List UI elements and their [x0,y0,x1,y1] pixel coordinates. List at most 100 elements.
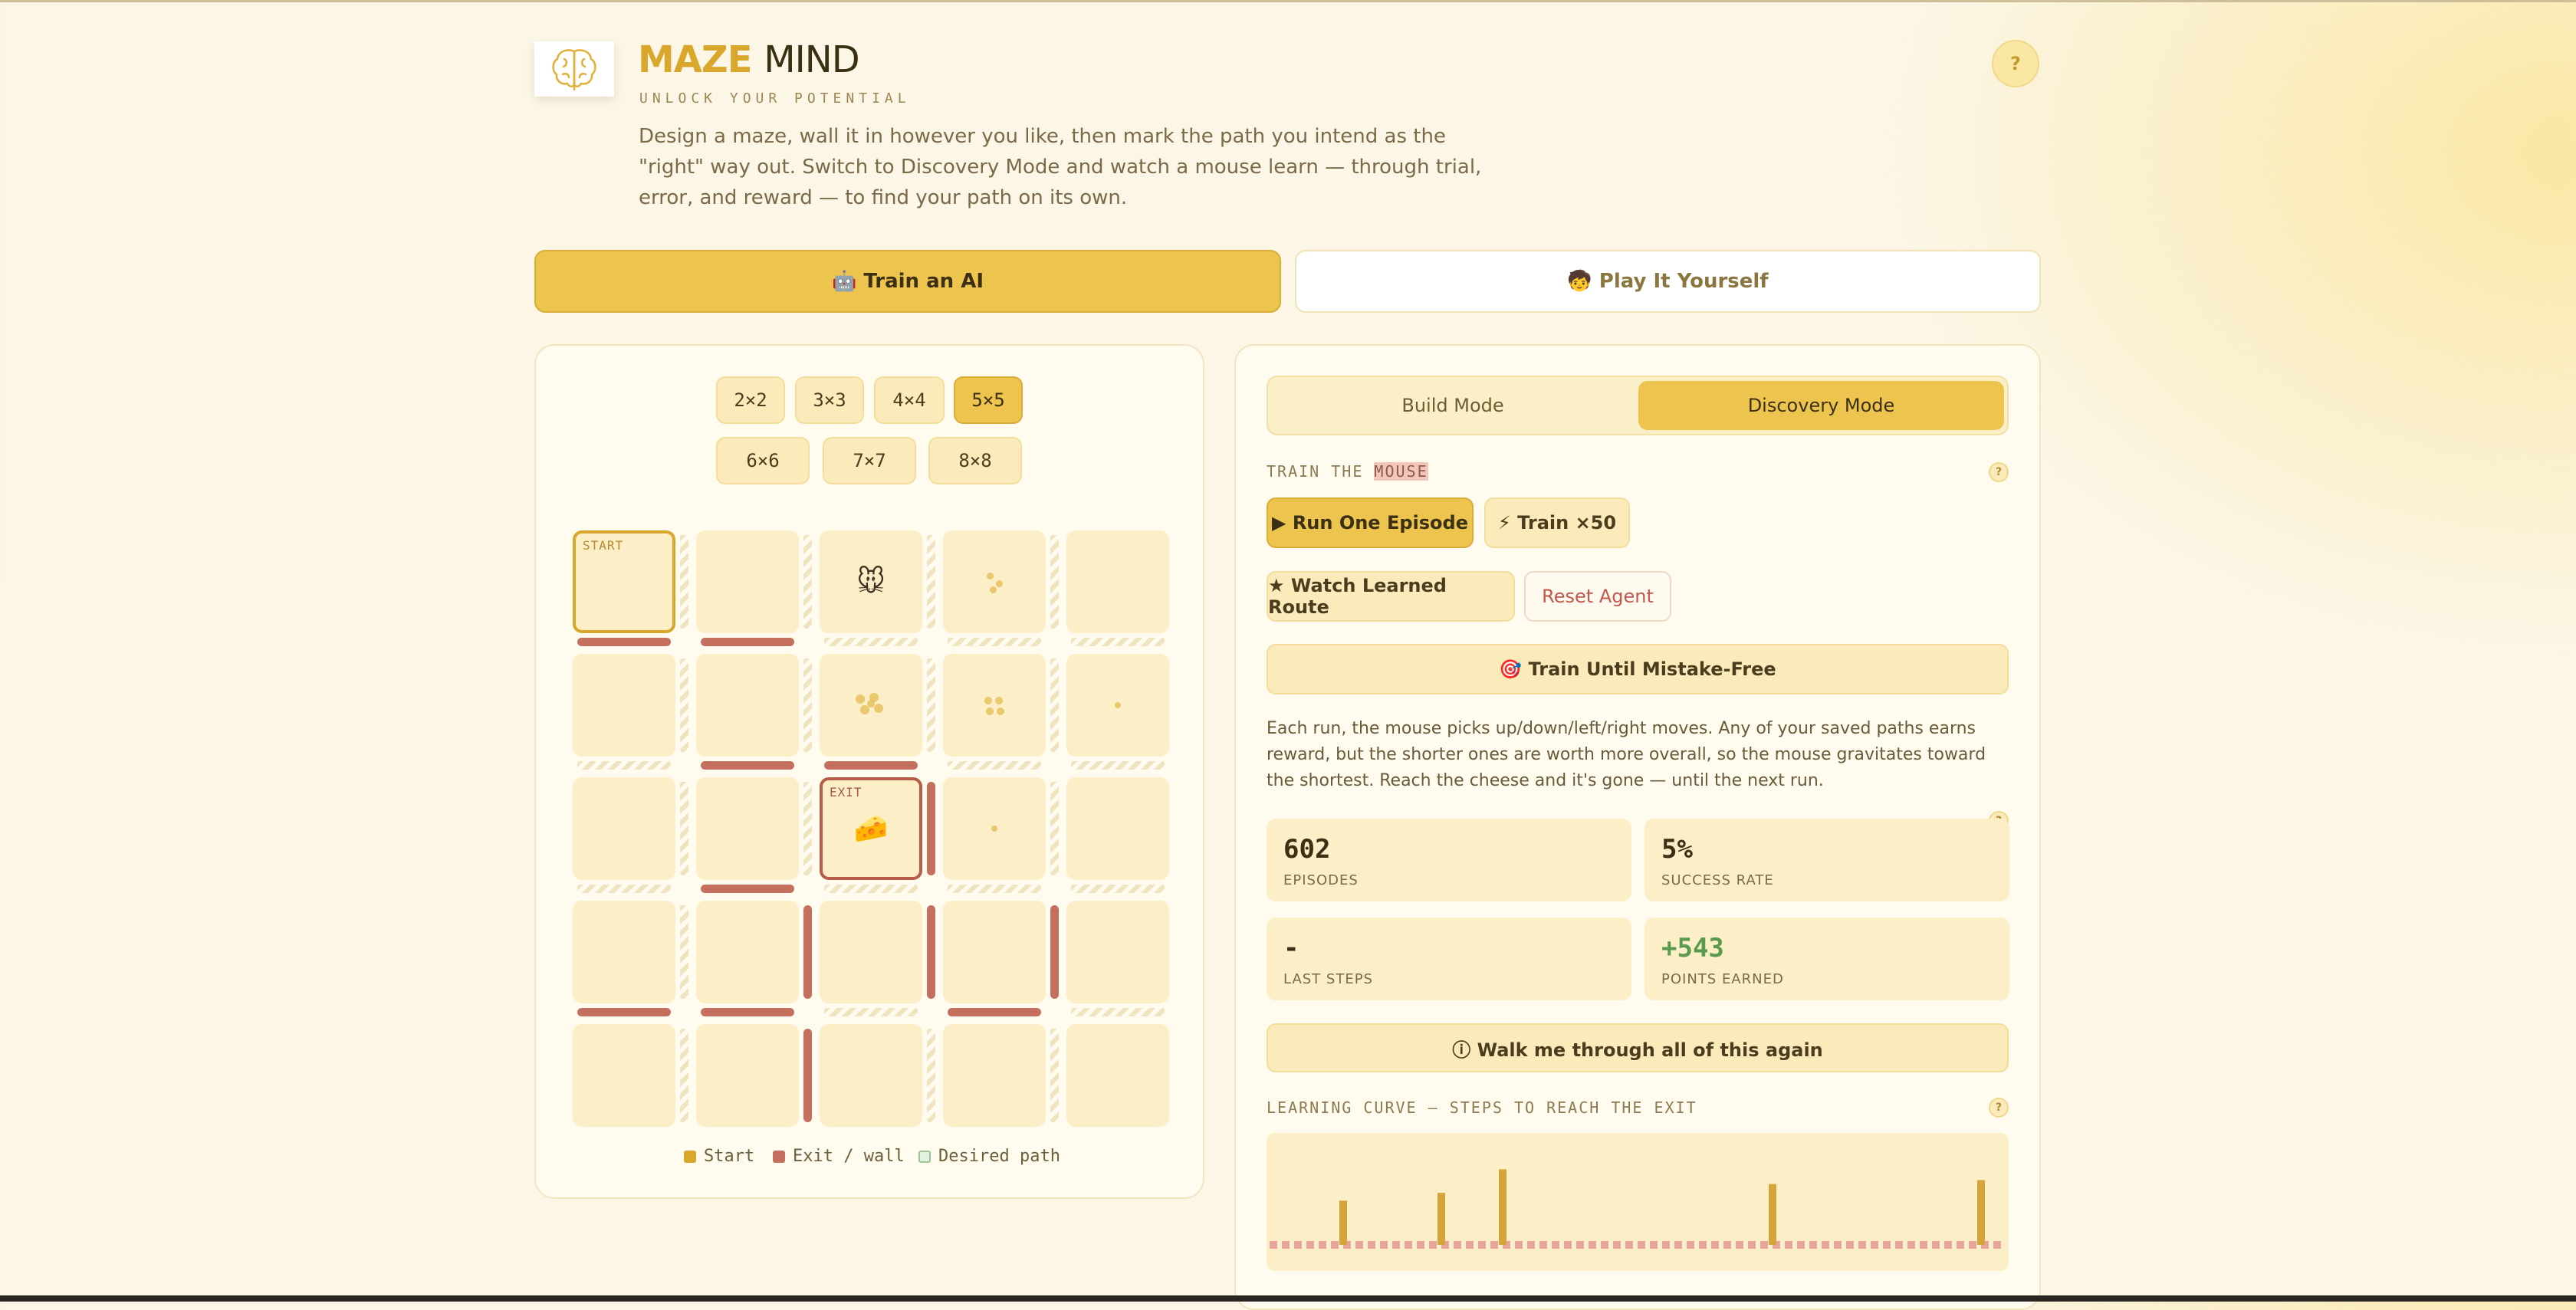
size-button-4x4[interactable]: 4×4 [874,376,945,424]
maze-cell[interactable] [943,1024,1046,1127]
maze-cell[interactable] [696,901,799,1003]
maze-wall[interactable] [803,905,812,999]
maze-cell[interactable] [573,901,675,1003]
maze-cell[interactable] [696,777,799,880]
maze-wall[interactable] [927,905,935,999]
discovery-mode-button[interactable]: Discovery Mode [1638,381,2004,430]
visit-trace-dot [995,697,1003,704]
maze-cell[interactable] [1066,1024,1169,1127]
build-mode-button[interactable]: Build Mode [1268,381,1638,430]
chart-bar [1977,1180,1985,1245]
chart-bar [1438,1193,1445,1245]
train-help-icon[interactable]: ? [1989,462,2009,482]
tab-play-yourself[interactable]: 🧒 Play It Yourself [1295,250,2041,313]
maze-wall[interactable] [824,761,918,770]
open-passage[interactable] [1071,1008,1165,1016]
train-section-label: TRAIN THE MOUSE [1267,462,1428,481]
visit-trace-dot [874,704,883,713]
open-passage[interactable] [803,782,812,875]
maze-cell[interactable] [573,654,675,757]
size-button-6x6[interactable]: 6×6 [716,437,810,484]
maze-wall[interactable] [948,1008,1041,1016]
open-passage[interactable] [577,761,671,770]
open-passage[interactable] [927,1029,935,1122]
maze-cell[interactable]: START [573,530,675,633]
open-passage[interactable] [803,658,812,752]
path-swatch [918,1150,931,1163]
chart-help-icon[interactable]: ? [1989,1098,2009,1118]
size-button-5x5[interactable]: 5×5 [954,376,1023,424]
train-until-mistake-free-button[interactable]: 🎯 Train Until Mistake-Free [1267,644,2009,694]
maze-wall[interactable] [803,1029,812,1122]
maze-cell[interactable] [573,1024,675,1127]
open-passage[interactable] [948,638,1041,646]
open-passage[interactable] [1050,658,1059,752]
maze-cell[interactable] [1066,530,1169,633]
maze-wall[interactable] [1050,905,1059,999]
maze-cell[interactable] [943,530,1046,633]
open-passage[interactable] [1050,1029,1059,1122]
open-passage[interactable] [927,535,935,629]
learning-curve-chart [1267,1133,2009,1271]
open-passage[interactable] [824,638,918,646]
maze-cell[interactable] [1066,901,1169,1003]
brain-icon [552,49,596,91]
train-50-button[interactable]: ⚡ Train ×50 [1484,497,1630,548]
chart-title: LEARNING CURVE — STEPS TO REACH THE EXIT [1267,1098,1697,1117]
maze-cell[interactable] [820,1024,922,1127]
watch-learned-route-button[interactable]: ★ Watch Learned Route [1267,571,1515,622]
open-passage[interactable] [948,761,1041,770]
intro-text: Design a maze, wall it in however you li… [639,125,1482,209]
size-button-2x2[interactable]: 2×2 [716,376,785,424]
maze-cell[interactable] [943,901,1046,1003]
run-one-episode-button[interactable]: ▶ Run One Episode [1267,497,1474,548]
maze-wall[interactable] [577,1008,671,1016]
maze-cell[interactable] [943,654,1046,757]
open-passage[interactable] [927,658,935,752]
tab-train-ai[interactable]: 🤖 Train an AI [534,250,1281,313]
stat-points-earned-value: +543 [1661,933,1724,964]
open-passage[interactable] [948,885,1041,893]
legend-desired-path: Desired path [918,1147,1060,1166]
maze-wall[interactable] [927,782,935,875]
size-button-8x8[interactable]: 8×8 [928,437,1022,484]
visit-trace-dot [991,826,997,832]
open-passage[interactable] [1071,638,1165,646]
open-passage[interactable] [680,905,688,999]
size-button-3x3[interactable]: 3×3 [795,376,864,424]
open-passage[interactable] [680,782,688,875]
start-swatch [684,1150,696,1163]
visit-trace-dot [997,708,1004,715]
maze-wall[interactable] [701,761,794,770]
open-passage[interactable] [577,885,671,893]
open-passage[interactable] [1071,885,1165,893]
visit-trace-dot [1115,702,1121,708]
open-passage[interactable] [680,535,688,629]
reset-agent-button[interactable]: Reset Agent [1524,571,1671,622]
open-passage[interactable] [1050,535,1059,629]
maze-cell[interactable] [696,1024,799,1127]
open-passage[interactable] [824,885,918,893]
open-passage[interactable] [803,535,812,629]
size-button-7x7[interactable]: 7×7 [823,437,916,484]
visit-trace-dot [856,694,865,704]
logo [534,41,614,97]
maze-wall[interactable] [577,638,671,646]
maze-wall[interactable] [701,638,794,646]
help-button[interactable]: ? [1992,40,2039,87]
walkthrough-button[interactable]: ⓘ Walk me through all of this again [1267,1023,2009,1072]
open-passage[interactable] [680,1029,688,1122]
maze-cell[interactable] [696,654,799,757]
open-passage[interactable] [680,658,688,752]
stat-episodes: 602 EPISODES [1267,819,1631,901]
open-passage[interactable] [824,1008,918,1016]
maze-wall[interactable] [701,1008,794,1016]
maze-wall[interactable] [701,885,794,893]
open-passage[interactable] [1050,782,1059,875]
maze-cell[interactable] [1066,777,1169,880]
maze-cell[interactable] [573,777,675,880]
maze-cell[interactable] [820,901,922,1003]
open-passage[interactable] [1071,761,1165,770]
training-explanation: Each run, the mouse picks up/down/left/r… [1267,719,1986,790]
maze-cell[interactable] [696,530,799,633]
